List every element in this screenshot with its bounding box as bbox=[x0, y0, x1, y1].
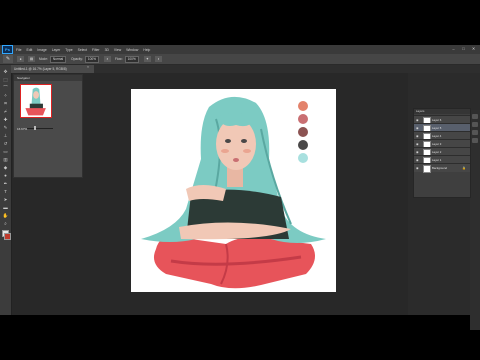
document-tabs: Untitled-1 @ 16.7% (Layer 5, RGB/8) × bbox=[11, 65, 480, 73]
swatches-panel-icon[interactable] bbox=[472, 130, 478, 135]
layer-row-background[interactable]: ◉ Background 🔒 bbox=[414, 163, 470, 173]
menu-help[interactable]: Help bbox=[143, 48, 150, 52]
type-tool-icon[interactable]: T bbox=[2, 189, 9, 195]
letterbox-top bbox=[0, 0, 480, 45]
navigator-panel: Navigator 16.67% bbox=[13, 74, 83, 178]
document-canvas[interactable] bbox=[131, 89, 336, 292]
palette-color-4[interactable] bbox=[298, 140, 308, 150]
pressure-size-icon[interactable]: ◑ bbox=[154, 56, 162, 62]
menu-bar: Ps File Edit Image Layer Type Select Fil… bbox=[0, 45, 480, 54]
document-tab[interactable]: Untitled-1 @ 16.7% (Layer 5, RGB/8) bbox=[11, 65, 94, 73]
menu-type[interactable]: Type bbox=[65, 48, 72, 52]
app-logo: Ps bbox=[2, 45, 13, 54]
options-bar: ✎ ● ▤ Mode: Normal Opacity: 100% ◐ Flow:… bbox=[0, 54, 480, 65]
color-palette bbox=[296, 101, 310, 165]
visibility-eye-icon[interactable]: ◉ bbox=[416, 166, 419, 170]
collapsed-panel-dock bbox=[470, 110, 480, 330]
navigator-zoom-value[interactable]: 16.67% bbox=[17, 127, 27, 131]
quick-select-tool-icon[interactable]: ✧ bbox=[2, 93, 9, 99]
menu-select[interactable]: Select bbox=[78, 48, 87, 52]
layer-thumbnail bbox=[423, 165, 431, 173]
eraser-tool-icon[interactable]: ▭ bbox=[2, 149, 9, 155]
navigator-thumbnail-illustration bbox=[25, 87, 46, 116]
layer-name: Background bbox=[432, 166, 447, 170]
menu-3d[interactable]: 3D bbox=[105, 48, 109, 52]
menu-layer[interactable]: Layer bbox=[52, 48, 60, 52]
navigator-title: Navigator bbox=[14, 75, 82, 81]
eyedropper-tool-icon[interactable]: ⌿ bbox=[2, 109, 9, 115]
visibility-eye-icon[interactable]: ◉ bbox=[416, 126, 419, 130]
brush-tool-icon[interactable]: ✎ bbox=[2, 125, 9, 131]
palette-color-1[interactable] bbox=[298, 101, 308, 111]
palette-color-2[interactable] bbox=[298, 114, 308, 124]
brush-preset-icon[interactable]: ● bbox=[17, 56, 24, 62]
healing-tool-icon[interactable]: ✚ bbox=[2, 117, 9, 123]
brush-icon[interactable]: ✎ bbox=[3, 55, 13, 63]
visibility-eye-icon[interactable]: ◉ bbox=[416, 134, 419, 138]
brush-panel-icon[interactable] bbox=[472, 122, 478, 127]
mode-label: Mode: bbox=[39, 57, 48, 61]
hand-tool-icon[interactable]: ✋ bbox=[2, 213, 9, 219]
lasso-tool-icon[interactable]: ⌒ bbox=[2, 85, 9, 91]
blur-tool-icon[interactable]: ◆ bbox=[2, 165, 9, 171]
face-shape bbox=[216, 118, 256, 170]
letterbox-bottom bbox=[0, 315, 480, 360]
navigator-thumbnail[interactable] bbox=[20, 84, 52, 118]
layers-panel-title: Layers bbox=[414, 109, 470, 114]
layers-panel: Layers ◉ Layer 6 ◉ Layer 5 ◉ Layer 4 ◉ L… bbox=[413, 108, 471, 198]
photoshop-window: Ps File Edit Image Layer Type Select Fil… bbox=[0, 45, 480, 330]
menu-edit[interactable]: Edit bbox=[26, 48, 32, 52]
background-color-swatch[interactable] bbox=[4, 233, 11, 240]
close-tab-icon[interactable]: × bbox=[87, 65, 89, 69]
marquee-tool-icon[interactable]: ⬚ bbox=[2, 77, 9, 83]
flow-label: Flow: bbox=[115, 57, 123, 61]
menu-file[interactable]: File bbox=[16, 48, 21, 52]
menu-image[interactable]: Image bbox=[37, 48, 46, 52]
crop-tool-icon[interactable]: ⌗ bbox=[2, 101, 9, 107]
stamp-tool-icon[interactable]: ⊥ bbox=[2, 133, 9, 139]
close-window-button[interactable]: ✕ bbox=[470, 46, 477, 52]
brush-panel-icon[interactable]: ▤ bbox=[28, 56, 35, 62]
minimize-button[interactable]: – bbox=[450, 46, 457, 52]
palette-color-5[interactable] bbox=[298, 153, 308, 163]
tools-panel: ✥ ⬚ ⌒ ✧ ⌗ ⌿ ✚ ✎ ⊥ ↺ ▭ ▥ ◆ ● ✒ T ➤ ▬ ✋ ⌕ bbox=[0, 65, 12, 315]
gradient-tool-icon[interactable]: ▥ bbox=[2, 157, 9, 163]
zoom-tool-icon[interactable]: ⌕ bbox=[2, 221, 9, 227]
opacity-label: Opacity: bbox=[71, 57, 83, 61]
visibility-eye-icon[interactable]: ◉ bbox=[416, 118, 419, 122]
opacity-field[interactable]: 100% bbox=[84, 55, 99, 63]
move-tool-icon[interactable]: ✥ bbox=[2, 69, 9, 75]
navigator-zoom-knob[interactable] bbox=[34, 126, 36, 130]
adjustments-panel-icon[interactable] bbox=[472, 138, 478, 143]
pen-tool-icon[interactable]: ✒ bbox=[2, 181, 9, 187]
palette-color-3[interactable] bbox=[298, 127, 308, 137]
shape-tool-icon[interactable]: ▬ bbox=[2, 205, 9, 211]
window-controls: – □ ✕ bbox=[450, 46, 477, 52]
history-brush-icon[interactable]: ↺ bbox=[2, 141, 9, 147]
dodge-tool-icon[interactable]: ● bbox=[2, 173, 9, 179]
visibility-eye-icon[interactable]: ◉ bbox=[416, 158, 419, 162]
maximize-button[interactable]: □ bbox=[460, 46, 467, 52]
menu-filter[interactable]: Filter bbox=[92, 48, 100, 52]
flow-field[interactable]: 100% bbox=[124, 55, 139, 63]
visibility-eye-icon[interactable]: ◉ bbox=[416, 142, 419, 146]
lock-icon: 🔒 bbox=[462, 166, 466, 170]
airbrush-icon[interactable]: ✦ bbox=[143, 56, 151, 62]
document-tab-title: Untitled-1 @ 16.7% (Layer 5, RGB/8) bbox=[14, 67, 67, 71]
visibility-eye-icon[interactable]: ◉ bbox=[416, 150, 419, 154]
history-panel-icon[interactable] bbox=[472, 114, 478, 119]
navigator-zoom-slider[interactable] bbox=[27, 128, 53, 129]
menu-view[interactable]: View bbox=[114, 48, 121, 52]
pressure-opacity-icon[interactable]: ◐ bbox=[104, 56, 111, 62]
path-select-tool-icon[interactable]: ➤ bbox=[2, 197, 9, 203]
mode-select[interactable]: Normal bbox=[49, 55, 67, 63]
menu-window[interactable]: Window bbox=[126, 48, 138, 52]
